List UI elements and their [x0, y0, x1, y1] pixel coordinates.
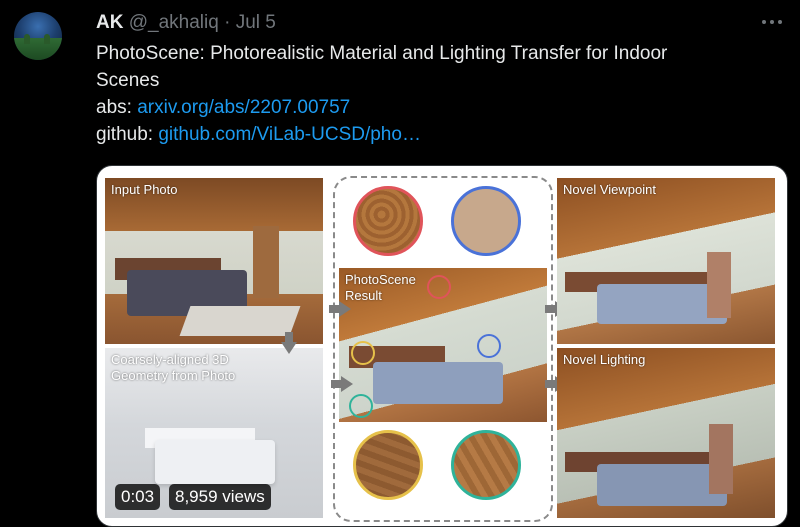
author-handle[interactable]: @_akhaliq — [129, 12, 219, 33]
panel-label-line: Geometry from Photo — [111, 368, 236, 383]
wood-material-swatch — [353, 186, 423, 256]
tweet-text-line: Scenes — [96, 70, 160, 91]
wall-material-swatch — [451, 186, 521, 256]
header-separator: · — [224, 12, 231, 33]
arrow-right-icon — [331, 376, 353, 392]
panel-label: Coarsely-aligned 3D Geometry from Photo — [111, 352, 235, 384]
abs-link[interactable]: arxiv.org/abs/2207.00757 — [137, 97, 350, 118]
avatar[interactable] — [14, 12, 62, 60]
more-options-icon[interactable] — [762, 18, 782, 26]
novel-viewpoint-panel: Novel Viewpoint — [557, 178, 775, 344]
floor-material-swatch — [451, 430, 521, 500]
github-link[interactable]: github.com/ViLab-UCSD/pho… — [158, 124, 421, 145]
panel-label-line: Coarsely-aligned 3D — [111, 352, 229, 367]
arrow-right-icon — [329, 301, 351, 317]
panel-label: Novel Lighting — [563, 352, 646, 367]
marker-circle — [477, 334, 501, 358]
arrow-down-icon — [281, 332, 297, 354]
marker-circle — [351, 341, 375, 365]
panel-label: Input Photo — [111, 182, 178, 197]
panel-label-line: PhotoScene — [345, 272, 416, 287]
tweet-text: PhotoScene: Photorealistic Material and … — [96, 40, 786, 148]
panel-label: PhotoScene Result — [345, 272, 416, 304]
marker-circle — [349, 394, 373, 418]
abs-label: abs: — [96, 97, 132, 118]
tweet-media-video[interactable]: Input Photo Coarsely-aligned 3D Geometry… — [96, 165, 788, 527]
floor-material-swatch — [353, 430, 423, 500]
marker-circle — [427, 275, 451, 299]
panel-label-line: Result — [345, 288, 382, 303]
avatar-tree — [44, 34, 50, 44]
video-time-badge: 0:03 — [115, 484, 161, 510]
github-line: github: github.com/ViLab-UCSD/pho… — [96, 121, 786, 148]
novel-lighting-panel: Novel Lighting — [557, 348, 775, 518]
input-photo-panel: Input Photo — [105, 178, 323, 344]
tweet-header: AK @_akhaliq · Jul 5 — [96, 12, 276, 34]
author-name[interactable]: AK — [96, 12, 123, 33]
tweet-text-line: PhotoScene: Photorealistic Material and … — [96, 43, 668, 64]
github-label: github: — [96, 124, 154, 145]
view-count-badge: 8,959 views — [169, 484, 271, 510]
abs-line: abs: arxiv.org/abs/2207.00757 — [96, 94, 786, 121]
avatar-ground — [14, 38, 62, 60]
tweet-date[interactable]: Jul 5 — [236, 12, 276, 33]
panel-label: Novel Viewpoint — [563, 182, 656, 197]
avatar-tree — [24, 34, 30, 44]
